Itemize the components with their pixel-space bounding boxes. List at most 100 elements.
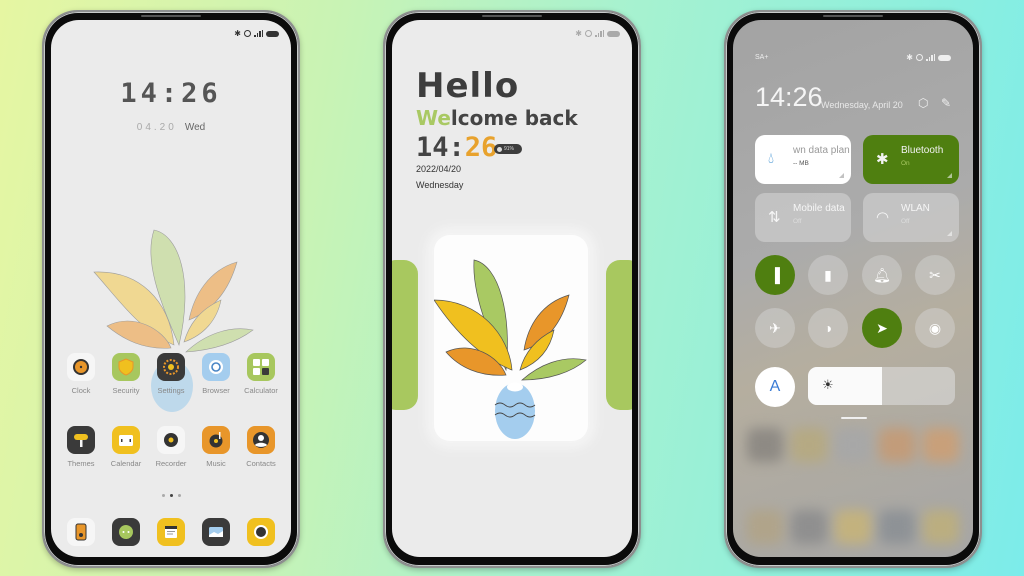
bluetooth-icon: ✱ (876, 151, 889, 168)
expand-corner-icon (947, 173, 952, 178)
dark-mode-toggle[interactable]: ◑ (808, 308, 848, 348)
tile-bluetooth[interactable]: ✱ Bluetooth On (863, 135, 959, 184)
gallery-icon (202, 518, 230, 546)
bell-toggle[interactable]: 🔔︎ (862, 255, 902, 295)
mobile-data-icon: ⇅ (768, 209, 781, 226)
signal-icon (926, 54, 935, 61)
vibrate-toggle[interactable]: ▐ (755, 255, 795, 295)
tile-sub: Off (901, 218, 910, 225)
plant-card[interactable] (433, 235, 588, 441)
app-label: Music (206, 459, 226, 468)
dock-notes[interactable] (149, 518, 193, 546)
calculator-icon (247, 353, 275, 381)
expand-corner-icon (947, 231, 952, 236)
flashlight-toggle[interactable]: ▮ (808, 255, 848, 295)
lock-hours: 14: (416, 132, 465, 163)
page-dot-active[interactable] (169, 494, 173, 497)
recorder-icon (157, 426, 185, 454)
eye-toggle[interactable]: ◉ (915, 308, 955, 348)
speaker-grille (141, 15, 201, 17)
battery-dot-icon (497, 146, 502, 152)
status-bar: ✱ (906, 53, 951, 62)
tile-wlan[interactable]: ◠ WLAN Off (863, 193, 959, 242)
app-label: Themes (67, 459, 95, 468)
home-screen: ✱ 14:26 04.20 Wed Clock Security Setting… (51, 20, 291, 557)
clock-icon (67, 353, 95, 381)
app-music[interactable]: Music (194, 426, 238, 468)
bluetooth-icon: ✱ (906, 53, 913, 62)
eye-icon: ◉ (928, 319, 942, 336)
app-browser[interactable]: Browser (194, 353, 238, 395)
tile-mobile-data[interactable]: ⇅ Mobile data Off (755, 193, 851, 242)
flashlight-icon: ▮ (824, 266, 832, 283)
app-label: Browser (202, 386, 230, 395)
blurred-app-row (747, 428, 959, 468)
contacts-icon (247, 426, 275, 454)
app-themes[interactable]: Themes (59, 426, 103, 468)
app-label: Calculator (244, 386, 278, 395)
app-clock[interactable]: Clock (59, 353, 103, 395)
page-indicator[interactable] (51, 494, 291, 497)
card-right-peek[interactable] (606, 260, 632, 410)
app-calculator[interactable]: Calculator (239, 353, 283, 395)
app-settings[interactable]: Settings (149, 353, 193, 395)
signal-icon (254, 30, 263, 37)
plant-wallpaper (93, 229, 254, 353)
airplane-icon: ✈ (769, 319, 781, 336)
screenshot-icon: ✂ (929, 266, 941, 283)
day-text: Wed (184, 122, 206, 133)
location-icon: ➤ (876, 319, 888, 336)
app-recorder[interactable]: Recorder (149, 426, 193, 468)
water-drop-icon: 💧︎ (768, 150, 775, 167)
tile-data-plan[interactable]: 💧︎ wn data plan -- MB (755, 135, 851, 184)
tile-sub: -- MB (793, 160, 809, 167)
calendar-icon (112, 426, 140, 454)
phone-lock-screen: ✱ Hello Welcome back 14:26 91% 2022/04/2… (383, 10, 641, 568)
page-dot[interactable] (161, 494, 165, 497)
dock-phone[interactable] (59, 518, 103, 546)
edit-icon[interactable]: ✎ (941, 96, 953, 110)
dock-camera[interactable] (239, 518, 283, 546)
control-center: SA+ ✱ 14:26 Wednesday, April 20 ⬡ ✎ 💧︎ w… (733, 20, 973, 557)
app-label: Contacts (246, 459, 276, 468)
cc-date: Wednesday, April 20 (821, 100, 903, 110)
app-contacts[interactable]: Contacts (239, 426, 283, 468)
clock-date: 04.20 Wed (51, 122, 291, 133)
clock-time[interactable]: 14:26 (51, 78, 291, 109)
auto-brightness-button[interactable]: A (755, 367, 795, 407)
dark-mode-icon: ◑ (823, 320, 833, 336)
phone-icon (67, 518, 95, 546)
bluetooth-icon: ✱ (234, 29, 241, 38)
brightness-slider[interactable]: ☀ (808, 367, 955, 405)
card-left-peek[interactable] (392, 260, 418, 410)
app-label: Clock (71, 386, 91, 395)
drag-handle[interactable] (841, 417, 867, 419)
alarm-icon (244, 30, 251, 37)
vibrate-icon: ▐ (770, 267, 780, 283)
tile-title: wn data plan (793, 145, 850, 156)
battery-icon (607, 30, 620, 37)
app-security[interactable]: Security (104, 353, 148, 395)
lock-time: 14:26 (416, 132, 497, 163)
lock-day: Wednesday (416, 180, 464, 190)
screenshot-toggle[interactable]: ✂ (915, 255, 955, 295)
battery-icon (938, 54, 951, 61)
welcome-rest: lcome back (450, 106, 578, 130)
dock-messages[interactable] (104, 518, 148, 546)
lock-minutes: 26 (464, 132, 498, 163)
settings-gear-icon[interactable]: ⬡ (918, 96, 930, 110)
app-label: Settings (157, 386, 185, 395)
location-toggle[interactable]: ➤ (862, 308, 902, 348)
wifi-icon: ◠ (876, 209, 890, 226)
brightness-fill (808, 367, 882, 405)
tile-sub: On (901, 160, 910, 167)
alarm-icon (916, 54, 923, 61)
dock (59, 518, 283, 546)
welcome-text: Welcome back (416, 106, 578, 130)
airplane-toggle[interactable]: ✈ (755, 308, 795, 348)
expand-corner-icon (839, 173, 844, 178)
page-dot[interactable] (177, 494, 181, 497)
app-calendar[interactable]: Calendar (104, 426, 148, 468)
dock-gallery[interactable] (194, 518, 238, 546)
shield-icon (112, 353, 140, 381)
